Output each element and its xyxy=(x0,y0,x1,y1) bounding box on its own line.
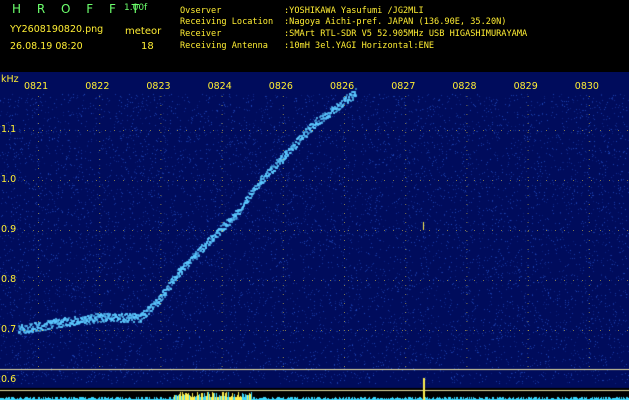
file-name: YY2608190820.png xyxy=(10,24,104,35)
time-tick-label: 0824 xyxy=(207,81,232,92)
header-panel: H R O F F T 1.00f YY2608190820.png meteo… xyxy=(0,0,629,72)
time-tick-label: 0821 xyxy=(24,81,49,92)
timestamp: 26.08.19 08:20 xyxy=(10,41,83,52)
location-key: Receiving Location xyxy=(180,17,274,27)
time-tick-label: 0827 xyxy=(391,81,416,92)
time-tick-label: 0829 xyxy=(513,81,538,92)
freq-tick-label: 0.6 xyxy=(1,374,17,385)
freq-tick-label: 0.9 xyxy=(1,224,17,235)
antenna-value: :10mH 3el.YAGI Horizontal:ENE xyxy=(284,41,435,51)
time-tick-label: 0826 xyxy=(330,81,355,92)
freq-unit-label: kHz xyxy=(1,74,19,85)
freq-tick-label: 0.7 xyxy=(1,324,17,335)
app-version: 1.00f xyxy=(124,3,148,13)
time-tick-label: 0826 xyxy=(268,81,293,92)
time-tick-label: 0823 xyxy=(146,81,171,92)
receiver-value: :SMArt RTL-SDR V5 52.905MHz USB HIGASHIM… xyxy=(284,29,528,39)
time-tick-label: 0822 xyxy=(85,81,110,92)
antenna-key: Receiving Antenna xyxy=(180,41,268,51)
grid-dots xyxy=(24,96,628,367)
meteor-count: 18 xyxy=(141,41,154,52)
receiver-key: Receiver xyxy=(180,29,222,39)
spectrogram-overlay xyxy=(24,96,628,367)
observer-key: Ovserver xyxy=(180,6,222,16)
time-tick-label: 0830 xyxy=(574,81,599,92)
time-tick-label: 0828 xyxy=(452,81,477,92)
location-value: :Nagoya Aichi-pref. JAPAN (136.90E, 35.2… xyxy=(284,17,507,27)
freq-tick-label: 1.0 xyxy=(1,174,17,185)
meteor-label: meteor xyxy=(125,26,162,37)
freq-tick-label: 0.8 xyxy=(1,274,17,285)
spectrogram-panel: kHz 0821 0822 0823 0824 0826 0826 0827 0828 0829… xyxy=(0,72,629,400)
freq-tick-label: 1.1 xyxy=(1,124,17,135)
observer-value: :YOSHIKAWA Yasufumi /JG2MLI xyxy=(284,6,424,16)
